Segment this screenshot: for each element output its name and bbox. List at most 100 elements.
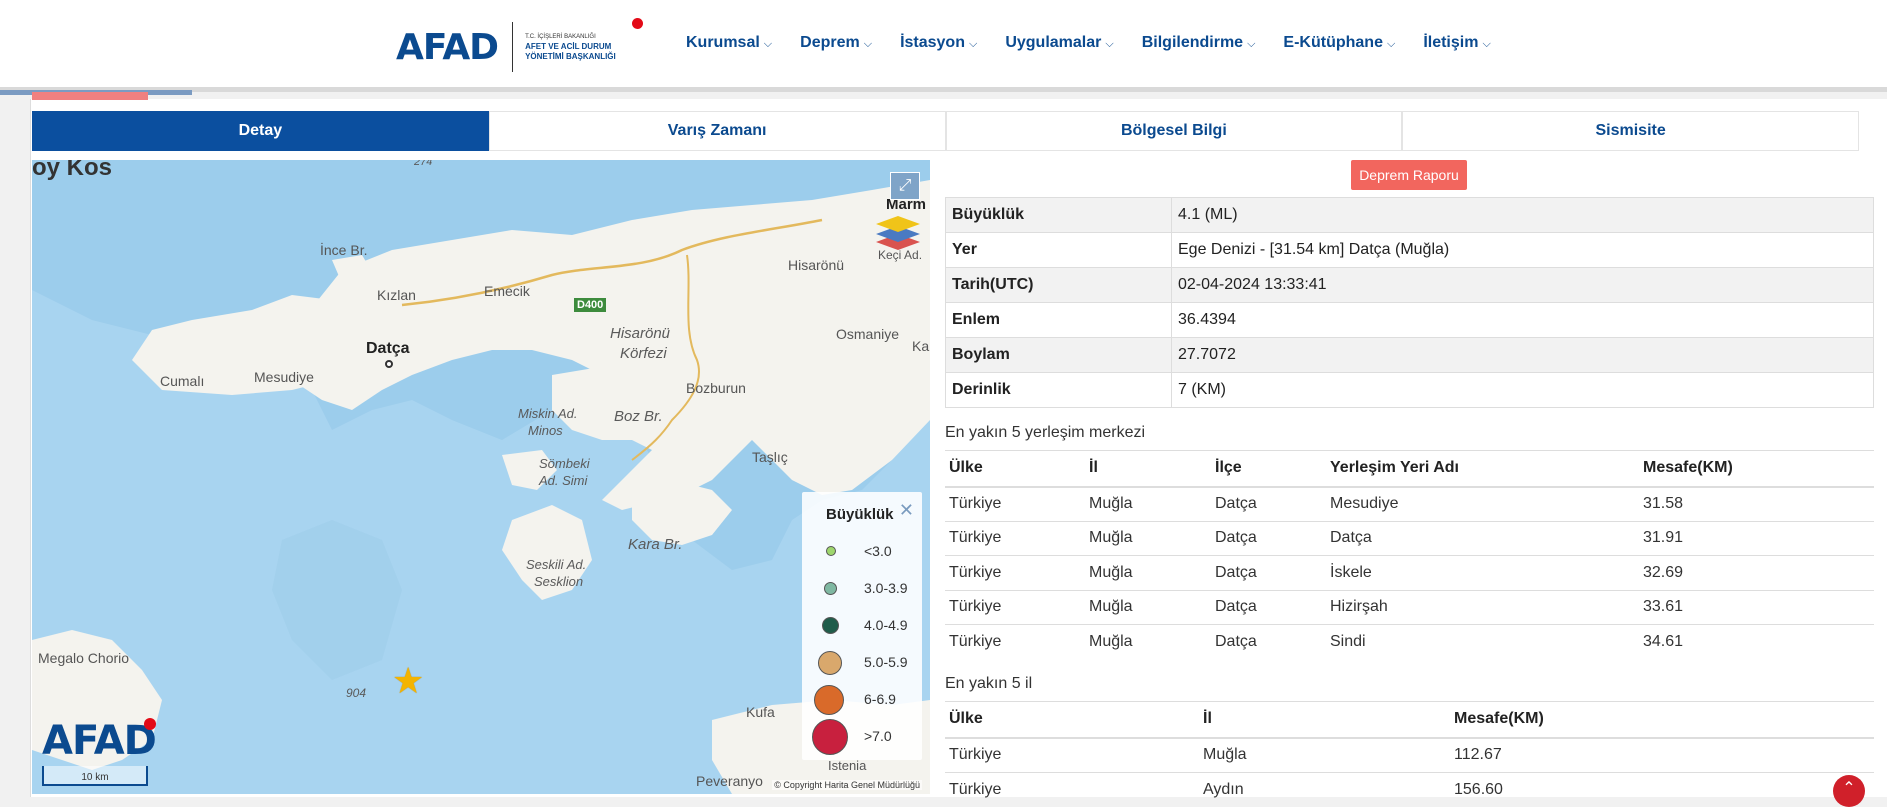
map-label-sombeki: Sömbeki [539, 456, 590, 471]
info-row: Derinlik 7 (KM) [945, 372, 1874, 408]
map-label-bozburun: Bozburun [686, 380, 746, 396]
column-header: İl [1085, 450, 1211, 488]
cell: Datça [1211, 589, 1326, 625]
chevron-down-icon: ⌵ [1386, 38, 1396, 50]
map-label-hisaronu-korfez-2: Körfezi [620, 345, 667, 362]
info-key: Yer [945, 232, 1172, 268]
cell: 156.60 [1450, 771, 1874, 807]
cell: Muğla [1085, 589, 1211, 625]
cell: 33.61 [1639, 589, 1874, 625]
epicenter-star-icon[interactable]: ★ [392, 660, 424, 702]
map-label-kara-br: Kara Br. [628, 536, 683, 553]
tab-varis-zamani[interactable]: Varış Zamanı [488, 111, 946, 151]
map-land [32, 160, 930, 794]
map-label-depth-904: 904 [346, 686, 367, 700]
close-icon[interactable]: ✕ [899, 500, 914, 521]
legend-title: Büyüklük [826, 506, 894, 523]
cell: 31.58 [1639, 486, 1874, 521]
layers-icon[interactable] [874, 212, 922, 252]
nav-e-kutuphane[interactable]: E-Kütüphane ⌵ [1283, 34, 1395, 52]
magnitude-legend: Büyüklük ✕ <3.0 3.0-3.9 4.0-4.9 5.0-5.9 … [802, 492, 922, 760]
map-label-minos: Minos [528, 423, 563, 438]
nav-label: Bilgilendirme [1141, 34, 1244, 51]
cell: Muğla [1085, 486, 1211, 521]
info-value: 4.1 (ML) [1171, 197, 1874, 233]
cell: Türkiye [945, 737, 1199, 772]
logo-wordmark: AFAD [396, 26, 499, 68]
nav-istasyon[interactable]: İstasyon ⌵ [900, 34, 977, 52]
logo-ministry: T.C. İÇİŞLERİ BAKANLIĞI [525, 34, 596, 40]
chevron-down-icon: ⌵ [1247, 38, 1256, 50]
fullscreen-icon[interactable]: ⤢ [890, 172, 920, 200]
deprem-raporu-button[interactable]: Deprem Raporu [1351, 160, 1467, 190]
map-label-hisaronu: Hisarönü [788, 257, 845, 273]
nav-label: E-Kütüphane [1283, 34, 1383, 51]
map-label-peveranyo: Peveranyo [696, 773, 763, 789]
column-header: Yerleşim Yeri Adı [1326, 450, 1639, 488]
map-label-seskili: Seskili Ad. [526, 557, 587, 572]
crescent-star-icon [632, 18, 644, 29]
info-value: 27.7072 [1171, 337, 1874, 373]
cell: Türkiye [945, 624, 1085, 659]
map-label-kos: oy Kos [32, 160, 113, 181]
earthquake-map[interactable]: oy Kos 274 İnce Br. Kızlan Emecik D400 H… [32, 160, 930, 794]
cell: Sindi [1326, 624, 1639, 659]
column-header: İl [1199, 701, 1450, 739]
map-label-megalo: Megalo Chorio [38, 650, 130, 666]
cell: Türkiye [945, 555, 1085, 590]
info-value: 02-04-2024 13:33:41 [1171, 267, 1874, 303]
legend-dot [814, 685, 844, 715]
provinces-table: Ülke İl Mesafe(KM) Türkiye Muğla 112.67 Tü… [945, 701, 1874, 807]
nav-iletisim[interactable]: İletişim ⌵ [1423, 34, 1490, 52]
afad-logo[interactable]: AFAD T.C. İÇİŞLERİ BAKANLIĞI AFET VE ACİ… [396, 18, 644, 72]
table-row: Türkiye Muğla Datça Sindi 34.61 [945, 624, 1874, 659]
info-value: 7 (KM) [1171, 372, 1874, 408]
map-label-emecik: Emecik [484, 283, 530, 299]
legend-dot [822, 617, 839, 634]
detail-tabs: Detay Varış Zamanı Bölgesel Bilgi Sismis… [32, 111, 1859, 151]
table-row: Türkiye Muğla Datça İskele 32.69 [945, 555, 1874, 590]
nav-kurumsal[interactable]: Kurumsal ⌵ [686, 34, 772, 52]
nav-label: Uygulamalar [1005, 34, 1102, 51]
legend-label: <3.0 [864, 543, 892, 559]
nav-uygulamalar[interactable]: Uygulamalar ⌵ [1005, 34, 1113, 52]
scroll-to-top-button[interactable]: ⌃ [1833, 775, 1865, 807]
map-copyright: © Copyright Harita Genel Müdürlüğü [772, 780, 922, 790]
settlements-title: En yakın 5 yerleşim merkezi [945, 424, 1146, 441]
cell: Datça [1211, 555, 1326, 590]
info-row: Boylam 27.7072 [945, 337, 1874, 373]
logo-line2: YÖNETİMİ BAŞKANLIĞI [525, 52, 616, 61]
chevron-down-icon: ⌵ [1482, 38, 1491, 50]
tab-bolgesel-bilgi[interactable]: Bölgesel Bilgi [945, 111, 1403, 151]
column-header: İlçe [1211, 450, 1326, 488]
map-label-istenia: Istenia [828, 758, 867, 773]
table-row: Türkiye Muğla Datça Mesudiye 31.58 [945, 486, 1874, 521]
cell: Hizirşah [1326, 589, 1639, 625]
chevron-up-icon: ⌃ [1842, 780, 1856, 797]
nav-deprem[interactable]: Deprem ⌵ [800, 34, 872, 52]
cell: Datça [1326, 520, 1639, 556]
table-header: Ülke İl Mesafe(KM) [945, 701, 1874, 739]
cell: Datça [1211, 486, 1326, 521]
legend-dot [812, 719, 848, 755]
nav-bilgilendirme[interactable]: Bilgilendirme ⌵ [1142, 34, 1256, 52]
legend-dot [824, 582, 837, 595]
cell: 31.91 [1639, 520, 1874, 556]
map-label-hisaronu-korfez-1: Hisarönü [610, 325, 671, 342]
legend-item: 5.0-5.9 [802, 645, 922, 681]
map-label-ka: Ka [912, 338, 930, 354]
cell: Mesudiye [1326, 486, 1639, 521]
info-key: Enlem [945, 302, 1172, 338]
site-header: AFAD T.C. İÇİŞLERİ BAKANLIĞI AFET VE ACİ… [0, 0, 1887, 95]
provinces-title: En yakın 5 il [945, 675, 1033, 692]
city-marker-icon [385, 360, 393, 368]
tab-detay[interactable]: Detay [32, 111, 489, 151]
legend-label: >7.0 [864, 728, 892, 744]
tab-sismisite[interactable]: Sismisite [1402, 111, 1859, 151]
legend-item: 3.0-3.9 [802, 571, 922, 607]
cell: Türkiye [945, 589, 1085, 625]
chevron-down-icon: ⌵ [763, 38, 773, 50]
map-afad-logo: AFAD [42, 718, 157, 764]
info-key: Derinlik [945, 372, 1172, 408]
settlements-table: Ülke İl İlçe Yerleşim Yeri Adı Mesafe(KM… [945, 450, 1874, 659]
